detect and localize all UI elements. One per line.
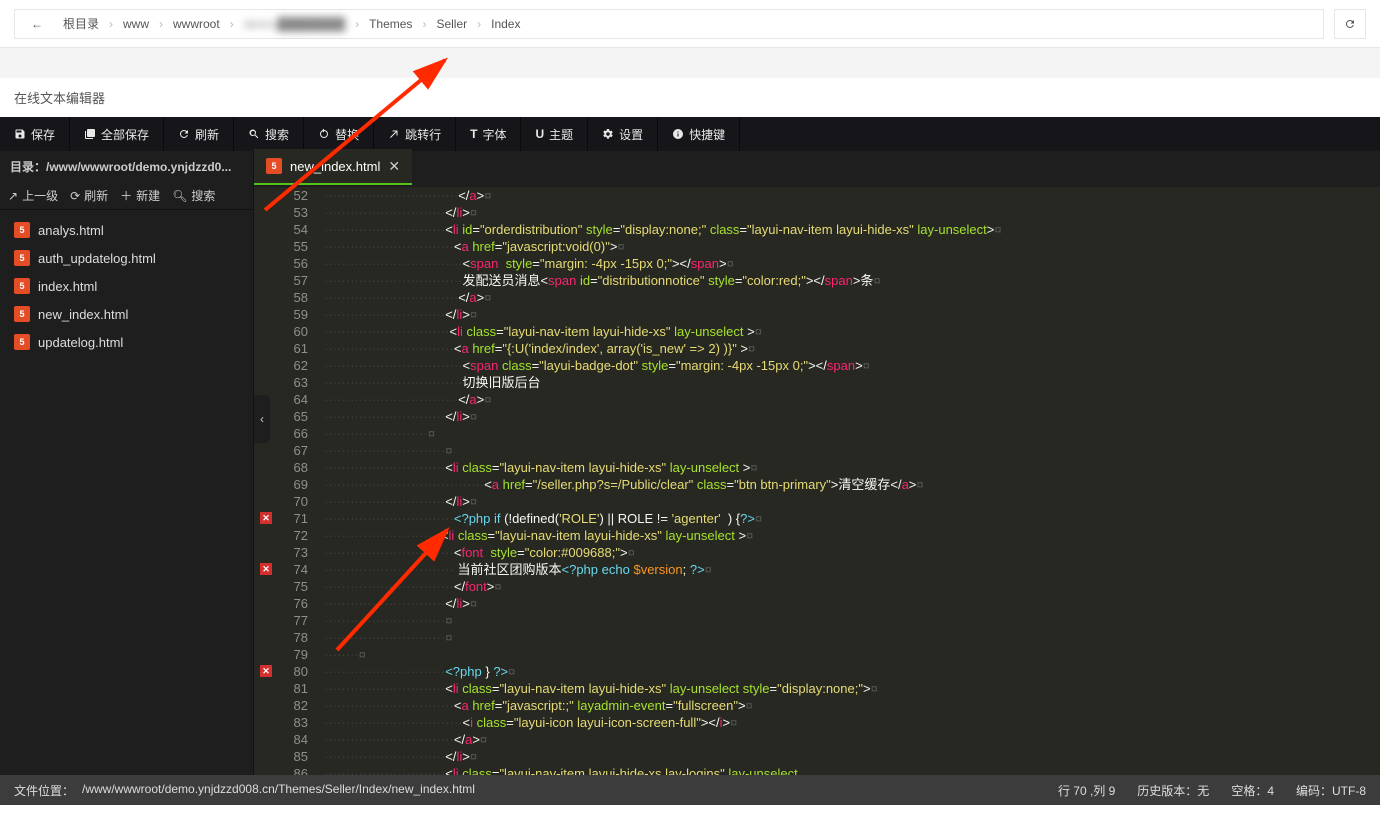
breadcrumb-item[interactable]: Themes (365, 17, 416, 31)
chevron-right-icon: › (416, 17, 432, 31)
goto-button[interactable]: 跳转行 (374, 117, 456, 151)
chevron-right-icon: › (153, 17, 169, 31)
editor-title: 在线文本编辑器 (0, 78, 1380, 117)
refresh-button[interactable]: ⟳ 刷新 (70, 187, 108, 204)
save-all-label: 全部保存 (101, 126, 149, 143)
search-button[interactable]: 🔍︎ 搜索 (172, 187, 215, 204)
breadcrumb-root[interactable]: 根目录 (59, 15, 103, 32)
file-location: /www/wwwroot/demo.ynjdzzd008.cn/Themes/S… (82, 782, 475, 799)
breadcrumb-item[interactable]: wwwroot (169, 17, 224, 31)
editor-body: 目录：/www/wwwroot/demo.ynjdzzd0... ↗ 上一级 ⟳… (0, 151, 1380, 775)
editor-main: 5 new_index.html ✕ 52535455565758596061626… (254, 151, 1380, 775)
html-icon: 5 (14, 222, 30, 238)
html-icon: 5 (14, 334, 30, 350)
file-location-label: 文件位置： (14, 782, 74, 799)
chevron-right-icon: › (471, 17, 487, 31)
search-label: 搜索 (265, 126, 289, 143)
cursor-position: 行 70 ,列 9 (1058, 782, 1115, 799)
goto-icon (388, 128, 400, 140)
back-arrow-icon[interactable]: ← (25, 17, 49, 31)
shortcut-label: 快捷键 (689, 126, 725, 143)
html-icon: 5 (14, 278, 30, 294)
html-icon: 5 (14, 250, 30, 266)
refresh-button[interactable] (1334, 9, 1366, 39)
breadcrumb: ← 根目录 › www › wwwroot › demo.████████ › … (14, 9, 1324, 39)
theme-button[interactable]: U 主题 (521, 117, 588, 151)
collapse-handle[interactable]: ‹ (254, 395, 270, 443)
save-button[interactable]: 保存 (0, 117, 70, 151)
breadcrumb-item[interactable]: Index (487, 17, 524, 31)
file-list: 5analys.html 5auth_updatelog.html 5index… (0, 210, 253, 775)
file-item[interactable]: 5new_index.html (0, 300, 253, 328)
file-item[interactable]: 5analys.html (0, 216, 253, 244)
search-icon (248, 128, 260, 140)
code-area[interactable]: 52535455565758596061626364656667686970✕7… (254, 187, 1380, 775)
refresh-icon (178, 128, 190, 140)
save-label: 保存 (31, 126, 55, 143)
goto-label: 跳转行 (405, 126, 441, 143)
file-item[interactable]: 5updatelog.html (0, 328, 253, 356)
code[interactable]: ·······························</a>¤····… (320, 187, 1380, 775)
close-icon[interactable]: ✕ (388, 158, 400, 175)
breadcrumb-item[interactable]: www (119, 17, 153, 31)
new-button[interactable]: ＋ 新建 (120, 187, 160, 204)
sidebar-path: 目录：/www/wwwroot/demo.ynjdzzd0... (0, 151, 253, 182)
html-icon: 5 (14, 306, 30, 322)
theme-icon: U (535, 127, 544, 141)
theme-label: 主题 (549, 126, 573, 143)
refresh-button[interactable]: 刷新 (164, 117, 234, 151)
secondary-toolbar (0, 48, 1380, 78)
tab-label: new_index.html (290, 159, 380, 174)
replace-label: 替换 (335, 126, 359, 143)
encoding[interactable]: 编码：UTF-8 (1296, 782, 1366, 799)
settings-button[interactable]: 设置 (588, 117, 658, 151)
chevron-right-icon: › (349, 17, 365, 31)
gutter: 52535455565758596061626364656667686970✕7… (254, 187, 320, 775)
save-icon (14, 128, 26, 140)
search-button[interactable]: 搜索 (234, 117, 304, 151)
editor-toolbar: 保存 全部保存 刷新 搜索 替换 跳转行 T 字体 U 主题 设置 快捷键 (0, 117, 1380, 151)
font-button[interactable]: T 字体 (456, 117, 521, 151)
gear-icon (602, 128, 614, 140)
breadcrumb-bar: ← 根目录 › www › wwwroot › demo.████████ › … (0, 0, 1380, 48)
file-item[interactable]: 5index.html (0, 272, 253, 300)
sidebar-toolbar: ↗ 上一级 ⟳ 刷新 ＋ 新建 🔍︎ 搜索 (0, 182, 253, 210)
breadcrumb-item[interactable]: Seller (432, 17, 471, 31)
replace-icon (318, 128, 330, 140)
sidebar: 目录：/www/wwwroot/demo.ynjdzzd0... ↗ 上一级 ⟳… (0, 151, 254, 775)
font-icon: T (470, 127, 477, 141)
indent-setting[interactable]: 空格：4 (1231, 782, 1274, 799)
replace-button[interactable]: 替换 (304, 117, 374, 151)
history-version[interactable]: 历史版本：无 (1137, 782, 1209, 799)
refresh-icon (1344, 18, 1356, 30)
shortcut-button[interactable]: 快捷键 (658, 117, 740, 151)
status-bar: 文件位置： /www/wwwroot/demo.ynjdzzd008.cn/Th… (0, 775, 1380, 805)
up-button[interactable]: ↗ 上一级 (8, 187, 58, 204)
refresh-label: 刷新 (195, 126, 219, 143)
settings-label: 设置 (619, 126, 643, 143)
chevron-right-icon: › (103, 17, 119, 31)
info-icon (672, 128, 684, 140)
html-icon: 5 (266, 158, 282, 174)
breadcrumb-item[interactable]: demo.████████ (240, 17, 349, 31)
save-all-icon (84, 128, 96, 140)
chevron-right-icon: › (224, 17, 240, 31)
font-label: 字体 (482, 126, 506, 143)
tab-bar: 5 new_index.html ✕ (254, 151, 1380, 187)
file-item[interactable]: 5auth_updatelog.html (0, 244, 253, 272)
editor: 保存 全部保存 刷新 搜索 替换 跳转行 T 字体 U 主题 设置 快捷键 目录：/… (0, 117, 1380, 805)
tab-active[interactable]: 5 new_index.html ✕ (254, 149, 412, 185)
save-all-button[interactable]: 全部保存 (70, 117, 164, 151)
